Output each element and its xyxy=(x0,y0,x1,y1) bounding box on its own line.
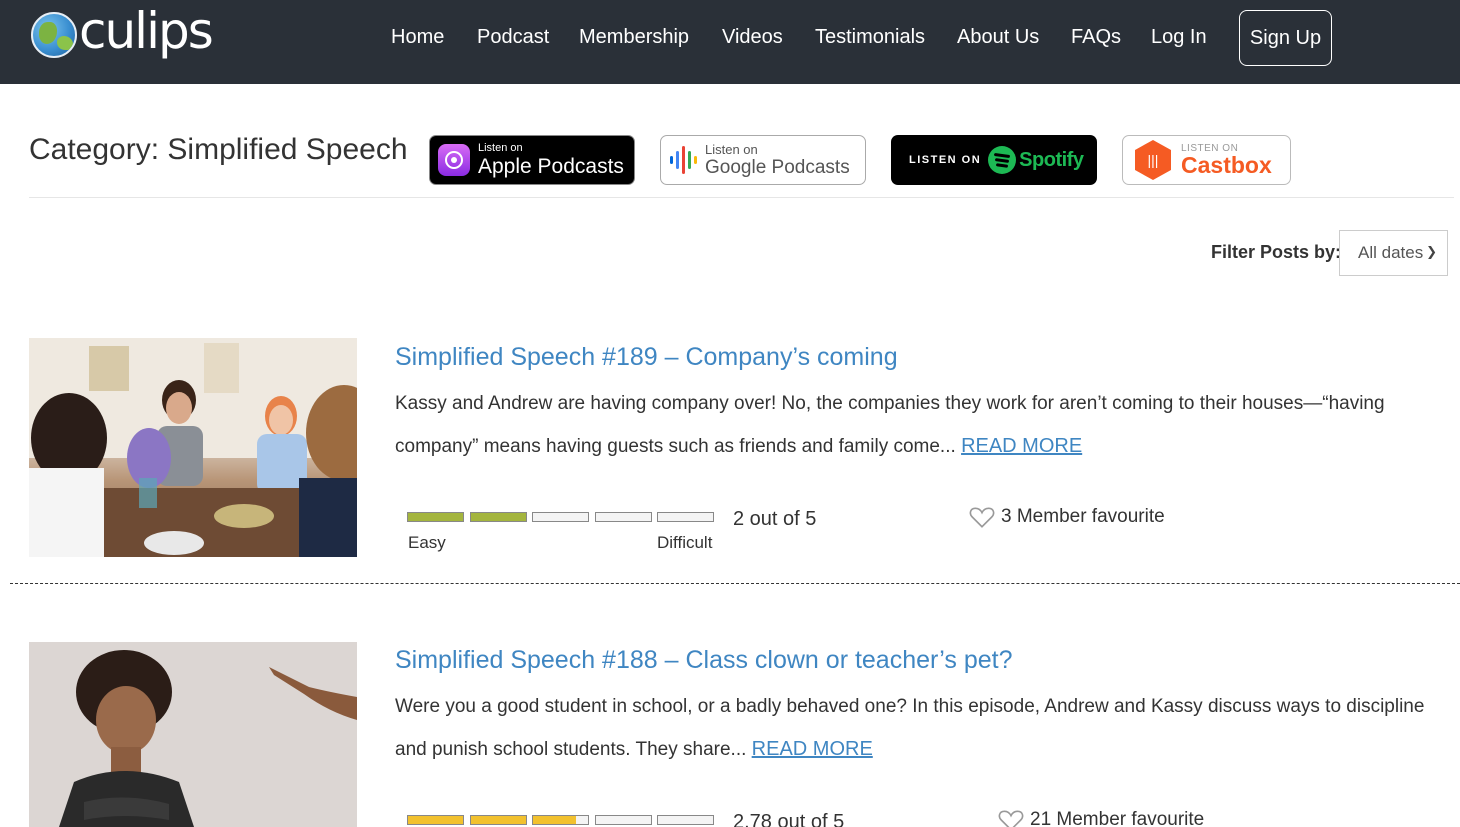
apple-badge-big: Apple Podcasts xyxy=(478,155,624,178)
boy-pointing-photo xyxy=(29,642,357,827)
date-filter-value: All dates xyxy=(1358,243,1424,262)
difficulty-segment xyxy=(657,512,714,522)
post-excerpt: Kassy and Andrew are having company over… xyxy=(395,383,1445,468)
nav-faqs[interactable]: FAQs xyxy=(1071,26,1121,49)
favourite-count: 21 Member favourite xyxy=(1030,809,1205,827)
header-divider xyxy=(29,197,1454,198)
chevron-down-icon: ❯ xyxy=(1426,244,1437,259)
heart-icon[interactable] xyxy=(969,505,995,529)
page-title: Category: Simplified Speech xyxy=(29,133,408,166)
nav-podcast[interactable]: Podcast xyxy=(477,26,549,49)
apple-badge-small: Listen on xyxy=(478,142,523,154)
date-filter-select[interactable]: All dates ❯ xyxy=(1339,230,1448,276)
sign-up-button[interactable]: Sign Up xyxy=(1239,10,1332,66)
member-favourite[interactable]: 21 Member favourite xyxy=(998,808,1204,827)
logo-text: culips xyxy=(79,2,214,60)
post-thumbnail[interactable] xyxy=(29,642,357,827)
apple-podcasts-icon xyxy=(438,144,470,176)
nav-home[interactable]: Home xyxy=(391,26,444,49)
difficulty-value: 2 out of 5 xyxy=(733,508,817,530)
apple-podcasts-badge[interactable]: Listen on Apple Podcasts xyxy=(429,135,635,185)
post-thumbnail[interactable] xyxy=(29,338,357,557)
globe-icon xyxy=(31,12,77,58)
difficulty-segment xyxy=(595,512,652,522)
post-divider xyxy=(10,583,1460,584)
difficulty-value: 2.78 out of 5 xyxy=(733,811,845,827)
spotify-icon xyxy=(988,146,1017,174)
google-podcasts-badge[interactable]: Listen on Google Podcasts xyxy=(660,135,866,185)
favourite-count: 3 Member favourite xyxy=(1001,506,1165,527)
castbox-icon: ||| xyxy=(1135,140,1171,180)
difficulty-segment xyxy=(407,512,464,522)
post-title[interactable]: Simplified Speech #189 – Company’s comin… xyxy=(395,343,898,372)
google-badge-big: Google Podcasts xyxy=(705,157,850,178)
nav-testimonials[interactable]: Testimonials xyxy=(815,26,925,49)
post-excerpt: Were you a good student in school, or a … xyxy=(395,686,1445,771)
castbox-badge[interactable]: ||| LISTEN ON Castbox xyxy=(1122,135,1291,185)
difficulty-segment xyxy=(470,512,527,522)
read-more-link[interactable]: READ MORE xyxy=(752,738,873,760)
spotify-badge-big: Spotify xyxy=(1019,148,1084,171)
difficulty-segment-2 xyxy=(532,815,589,825)
member-favourite[interactable]: 3 Member favourite xyxy=(969,505,1165,529)
heart-icon[interactable] xyxy=(998,808,1024,827)
difficulty-segment xyxy=(532,512,589,522)
difficulty-segment-2 xyxy=(595,815,652,825)
google-badge-small: Listen on xyxy=(705,142,758,157)
difficulty-segment-2 xyxy=(470,815,527,825)
post-excerpt-text: Were you a good student in school, or a … xyxy=(395,696,1425,760)
site-logo[interactable]: culips xyxy=(31,6,214,60)
site-header: culips Home Podcast Membership Videos Te… xyxy=(0,0,1460,84)
easy-label: Easy xyxy=(408,533,446,552)
dinner-party-photo xyxy=(29,338,357,557)
filter-label: Filter Posts by: xyxy=(1211,242,1342,262)
post-excerpt-text: Kassy and Andrew are having company over… xyxy=(395,393,1385,457)
read-more-link[interactable]: READ MORE xyxy=(961,435,1082,457)
nav-videos[interactable]: Videos xyxy=(722,26,783,49)
spotify-badge-small: LISTEN ON xyxy=(909,154,982,166)
google-podcasts-icon xyxy=(670,143,697,177)
difficult-label: Difficult xyxy=(657,533,713,552)
post-title[interactable]: Simplified Speech #188 – Class clown or … xyxy=(395,646,1012,675)
nav-membership[interactable]: Membership xyxy=(579,26,689,49)
difficulty-segment-2 xyxy=(407,815,464,825)
nav-log-in[interactable]: Log In xyxy=(1151,26,1207,49)
castbox-badge-big: Castbox xyxy=(1181,151,1272,178)
nav-about-us[interactable]: About Us xyxy=(957,26,1039,49)
spotify-badge[interactable]: LISTEN ON Spotify xyxy=(891,135,1097,185)
difficulty-segment-2 xyxy=(657,815,714,825)
